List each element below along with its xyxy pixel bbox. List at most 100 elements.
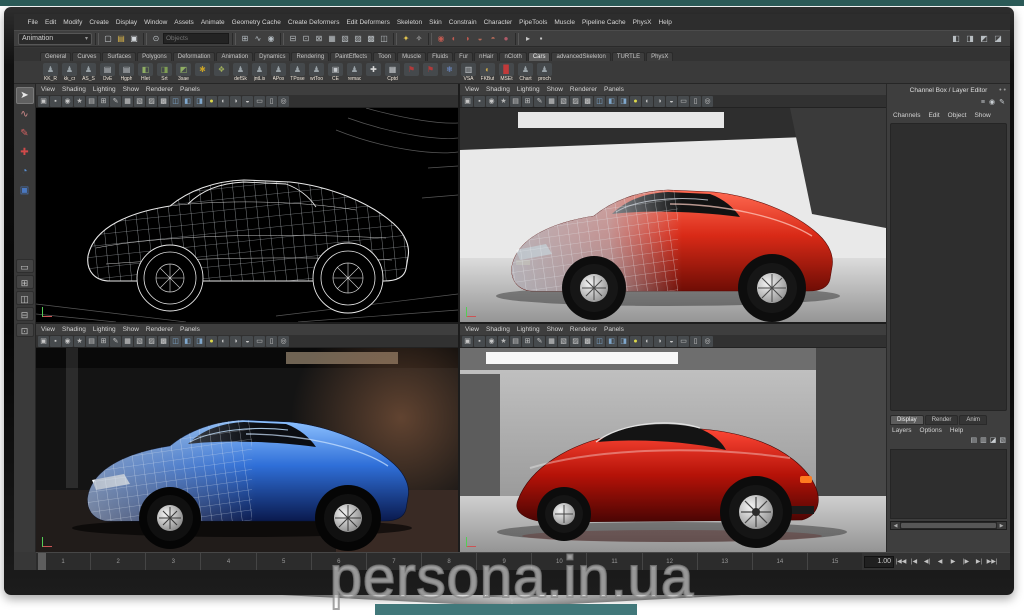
menu-item[interactable]: Assets — [171, 19, 198, 26]
viewport-menu-item[interactable]: Lighting — [93, 86, 116, 93]
resolution-gate-icon[interactable]: ▭ — [254, 336, 265, 347]
viewport-menu-item[interactable]: Panels — [180, 86, 200, 93]
notes-icon[interactable]: ✎ — [999, 97, 1005, 109]
shaded-mode-icon[interactable]: ▧ — [134, 96, 145, 107]
toon-shading-icon[interactable]: ◓ — [487, 33, 499, 45]
motion-blur-icon[interactable]: ◒ — [242, 336, 253, 347]
image-plane-icon[interactable]: ▤ — [510, 96, 521, 107]
image-plane-icon[interactable]: ▤ — [510, 336, 521, 347]
shaded-mode-icon[interactable]: ▧ — [134, 336, 145, 347]
select-mask-mesh-icon[interactable]: ▦ — [326, 33, 338, 45]
shelf-tab[interactable]: PaintEffects — [330, 52, 372, 61]
shelf-button[interactable]: ♟ APos — [270, 63, 287, 82]
shelf-button[interactable]: ▥ VSA — [460, 63, 477, 82]
menu-item[interactable]: Muscle — [551, 19, 579, 26]
channel-box-menu-item[interactable]: Show — [974, 112, 990, 119]
select-camera-icon[interactable]: ▣ — [462, 96, 473, 107]
shelf-tab[interactable]: nHair — [474, 52, 498, 61]
resolution-gate-icon[interactable]: ▭ — [678, 96, 689, 107]
motion-blur-icon[interactable]: ◒ — [666, 336, 677, 347]
viewport-menu-item[interactable]: View — [465, 326, 479, 333]
default-material-icon[interactable]: ◨ — [618, 96, 629, 107]
paint-effects-icon[interactable]: ◒ — [474, 33, 486, 45]
film-gate-icon[interactable]: ▯ — [690, 336, 701, 347]
lighting-mode-icon[interactable]: ▩ — [158, 336, 169, 347]
viewport-menu-item[interactable]: Shading — [62, 86, 86, 93]
select-hierarchy-icon[interactable]: ⊟ — [287, 33, 299, 45]
ambient-occlusion-icon[interactable]: ◑ — [654, 336, 665, 347]
menu-item[interactable]: PhysX — [629, 19, 655, 26]
lasso-tool-icon[interactable]: ∿ — [16, 106, 34, 123]
viewport-menu-item[interactable]: Lighting — [517, 86, 540, 93]
shadows-icon[interactable]: ◐ — [218, 336, 229, 347]
menu-item[interactable]: Display — [112, 19, 140, 26]
menu-item[interactable]: Edit Deformers — [343, 19, 393, 26]
shelf-tab[interactable]: TURTLE — [612, 52, 645, 61]
default-lighting-icon[interactable]: ● — [206, 96, 217, 107]
select-mask-deformer-icon[interactable]: ▩ — [365, 33, 377, 45]
shelf-tab[interactable]: Dynamics — [254, 52, 290, 61]
wireframe-mode-icon[interactable]: ▦ — [546, 96, 557, 107]
default-lighting-icon[interactable]: ● — [206, 336, 217, 347]
lock-camera-icon[interactable]: ▪ — [50, 336, 61, 347]
shadows-icon[interactable]: ◐ — [218, 96, 229, 107]
menu-set-dropdown[interactable]: Animation ▾ — [18, 33, 92, 45]
shelf-button[interactable]: ❖ — [213, 63, 230, 82]
show-attribute-editor-icon[interactable]: ◨ — [964, 33, 976, 45]
menu-item[interactable]: Constrain — [445, 19, 480, 26]
image-plane-icon[interactable]: ▤ — [86, 96, 97, 107]
scale-tool-icon[interactable]: ▣ — [16, 182, 34, 199]
ambient-occlusion-icon[interactable]: ◑ — [230, 336, 241, 347]
paint-select-tool-icon[interactable]: ✎ — [16, 125, 34, 142]
lock-camera-icon[interactable]: ▪ — [50, 96, 61, 107]
layout-split-button[interactable]: ⊟ — [16, 307, 34, 321]
menu-item[interactable]: Character — [480, 19, 516, 26]
snap-curve-icon[interactable]: ∿ — [252, 33, 264, 45]
shelf-button[interactable]: ♟ TPose — [289, 63, 306, 82]
default-lighting-icon[interactable]: ● — [630, 96, 641, 107]
xray-mode-icon[interactable]: ◫ — [594, 96, 605, 107]
menu-item[interactable]: Animate — [197, 19, 228, 26]
grease-pencil-icon[interactable]: ✎ — [534, 96, 545, 107]
menu-item[interactable]: Geometry Cache — [228, 19, 284, 26]
shelf-button[interactable]: ♟ jntLis — [251, 63, 268, 82]
camera-attributes-icon[interactable]: ◉ — [62, 96, 73, 107]
shelf-button[interactable]: ⚑ — [403, 63, 420, 82]
menu-item[interactable]: Help — [655, 19, 675, 26]
shelf-button[interactable]: ▣ CE — [327, 63, 344, 82]
camera-attributes-icon[interactable]: ◉ — [62, 336, 73, 347]
menu-item[interactable]: Create Deformers — [284, 19, 343, 26]
isolate-select-icon[interactable]: ◎ — [702, 96, 713, 107]
show-channel-box-icon[interactable]: ◪ — [992, 33, 1004, 45]
shelf-tab[interactable]: advancedSkeleton — [551, 52, 610, 61]
viewport-menu-item[interactable]: Show — [123, 326, 139, 333]
viewport-canvas-blue[interactable] — [36, 348, 458, 552]
shelf-tab[interactable]: Fur — [454, 52, 473, 61]
shelf-button[interactable]: ◧ Hlet — [137, 63, 154, 82]
select-object-icon[interactable]: ⊡ — [300, 33, 312, 45]
2d-pan-zoom-icon[interactable]: ⊞ — [98, 96, 109, 107]
shelf-button[interactable]: ✚ — [365, 63, 382, 82]
camera-attributes-icon[interactable]: ◉ — [486, 96, 497, 107]
bookmark-icon[interactable]: ★ — [498, 96, 509, 107]
shelf-tab[interactable]: Cars — [528, 52, 551, 61]
channel-box-list[interactable] — [890, 123, 1007, 411]
xray-mode-icon[interactable]: ◫ — [170, 96, 181, 107]
shelf-tab[interactable]: Fluids — [427, 52, 453, 61]
default-lighting-icon[interactable]: ● — [630, 336, 641, 347]
bookmark-icon[interactable]: ★ — [74, 336, 85, 347]
menu-item[interactable]: Create — [86, 19, 113, 26]
shelf-button[interactable]: ♟ proch — [536, 63, 553, 82]
shadows-icon[interactable]: ◐ — [642, 336, 653, 347]
motion-blur-icon[interactable]: ◒ — [666, 96, 677, 107]
grease-pencil-icon[interactable]: ✎ — [110, 96, 121, 107]
open-scene-icon[interactable]: ▤ — [115, 33, 127, 45]
wire-on-shaded-icon[interactable]: ◧ — [606, 336, 617, 347]
shelf-button[interactable]: ❄ — [441, 63, 458, 82]
layer-editor-menu-item[interactable]: Help — [950, 427, 963, 434]
menu-item[interactable]: Modify — [60, 19, 86, 26]
channel-box-menu-item[interactable]: Edit — [928, 112, 939, 119]
shelf-tab[interactable]: Animation — [216, 52, 253, 61]
default-material-icon[interactable]: ◨ — [618, 336, 629, 347]
wireframe-mode-icon[interactable]: ▦ — [122, 96, 133, 107]
